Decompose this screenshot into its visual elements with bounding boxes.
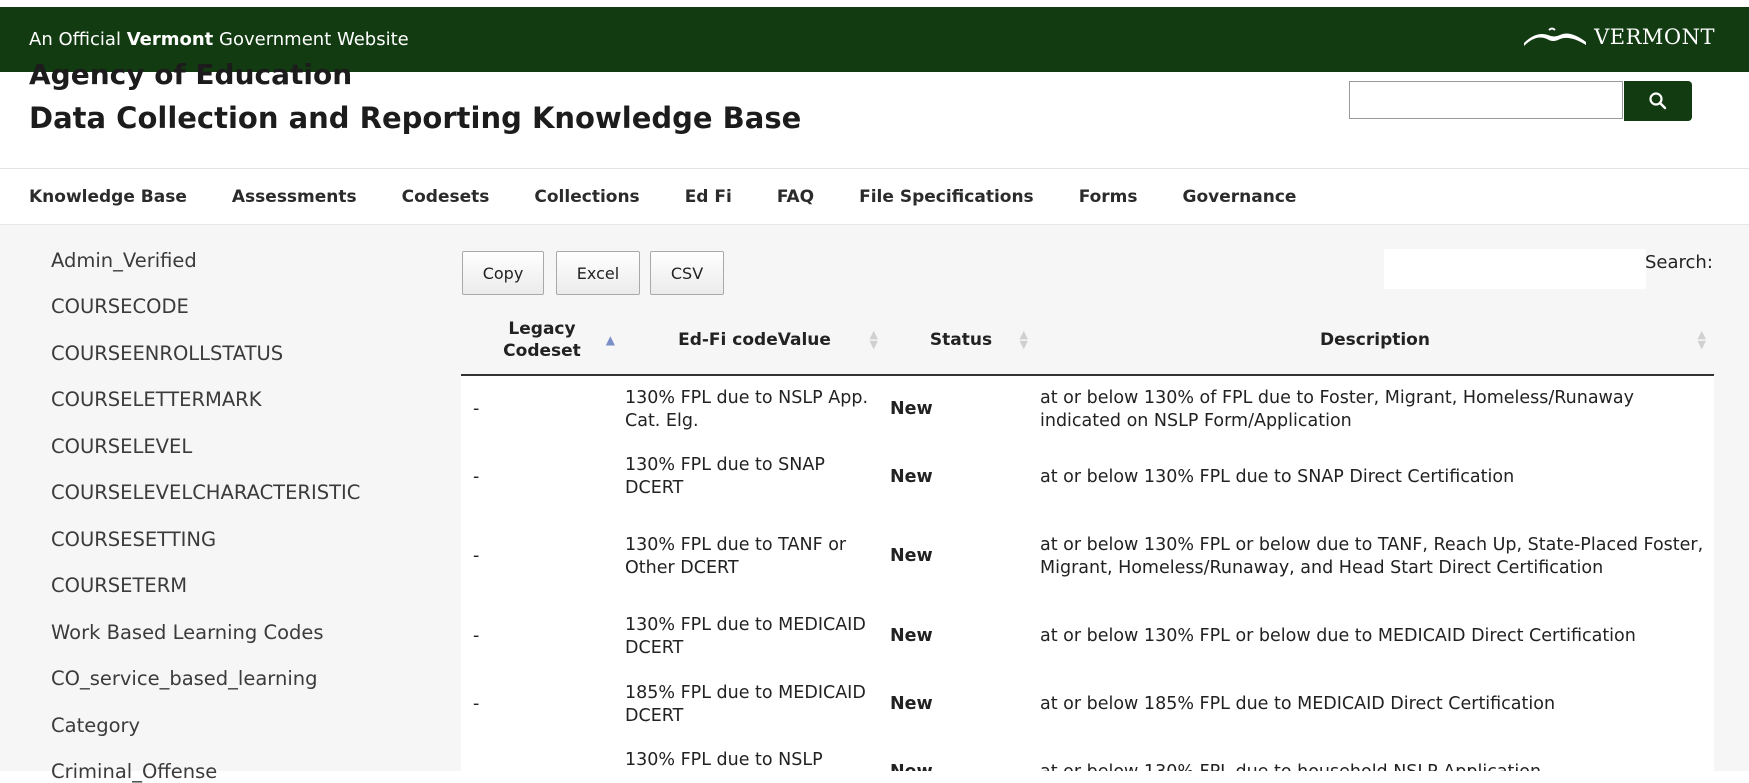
csv-button[interactable]: CSV bbox=[650, 251, 724, 295]
main-nav: Knowledge Base Assessments Codesets Coll… bbox=[29, 187, 1341, 207]
status-cell: New bbox=[890, 546, 933, 566]
codeset-table: Legacy Codeset ▲ Ed-Fi codeValue ▲ ▼ Stat… bbox=[461, 306, 1714, 771]
description-cell: at or below 130% FPL due to SNAP Direct … bbox=[1040, 466, 1515, 487]
sidebar-item-courseenrollstatus[interactable]: COURSEENROLLSTATUS bbox=[51, 342, 283, 365]
status-header-label: Status bbox=[929, 330, 993, 350]
nav-item-file-specifications[interactable]: File Specifications bbox=[859, 187, 1034, 207]
column-header-status[interactable]: Status ▲ ▼ bbox=[886, 306, 1036, 376]
legacy-cell: - bbox=[461, 738, 623, 772]
column-header-legacy-codeset[interactable]: Legacy Codeset ▲ bbox=[461, 306, 623, 376]
status-cell: New bbox=[890, 694, 933, 714]
sort-both-icon: ▲ ▼ bbox=[1697, 328, 1706, 351]
notice-state: Vermont bbox=[126, 29, 214, 50]
site-title: Data Collection and Reporting Knowledge … bbox=[29, 101, 802, 135]
codevalue-cell: 130% FPL due to NSLP App. Cat. Elg. bbox=[625, 387, 869, 431]
official-site-notice: An Official Vermont Government Website bbox=[29, 29, 409, 50]
sidebar-item-courselettermark[interactable]: COURSELETTERMARK bbox=[51, 388, 262, 411]
header-divider bbox=[0, 168, 1749, 169]
sidebar-item-work-based-learning-codes[interactable]: Work Based Learning Codes bbox=[51, 621, 324, 644]
legacy-header-line2: Codeset bbox=[503, 341, 581, 361]
legacy-cell: - bbox=[473, 399, 480, 419]
nav-item-assessments[interactable]: Assessments bbox=[232, 187, 357, 207]
status-cell: New bbox=[890, 399, 933, 419]
nav-item-knowledge-base[interactable]: Knowledge Base bbox=[29, 187, 187, 207]
table-row: - 130% FPL due to NSLP App. Cat. Elg. Ne… bbox=[461, 375, 1714, 443]
table-row: - 130% FPL due to SNAP DCERT New at or b… bbox=[461, 443, 1714, 511]
sidebar-item-courselevelcharacteristic[interactable]: COURSELEVELCHARACTERISTIC bbox=[51, 481, 360, 504]
legacy-cell: - bbox=[473, 694, 480, 714]
nav-item-ed-fi[interactable]: Ed Fi bbox=[685, 187, 732, 207]
sidebar-item-category[interactable]: Category bbox=[51, 714, 140, 737]
status-cell: New bbox=[890, 466, 933, 487]
sidebar-item-courselevel[interactable]: COURSELEVEL bbox=[51, 435, 192, 458]
nav-item-faq[interactable]: FAQ bbox=[777, 187, 814, 207]
search-icon bbox=[1649, 92, 1667, 110]
sidebar-item-coursesetting[interactable]: COURSESETTING bbox=[51, 528, 216, 551]
codeset-table-container: Legacy Codeset ▲ Ed-Fi codeValue ▲ ▼ Stat… bbox=[461, 306, 1714, 771]
column-header-codevalue[interactable]: Ed-Fi codeValue ▲ ▼ bbox=[623, 306, 886, 376]
status-cell: New bbox=[886, 738, 1036, 772]
codevalue-header-label: Ed-Fi codeValue bbox=[678, 330, 831, 350]
vermont-wordmark: VERMONT bbox=[1594, 25, 1715, 49]
agency-title: Agency of Education bbox=[29, 58, 353, 91]
nav-item-codesets[interactable]: Codesets bbox=[402, 187, 490, 207]
codevalue-cell: 130% FPL due to MEDICAID DCERT bbox=[625, 614, 866, 658]
sort-ascending-icon: ▲ bbox=[605, 333, 615, 347]
status-cell: New bbox=[890, 626, 933, 646]
nav-item-governance[interactable]: Governance bbox=[1183, 187, 1297, 207]
site-search-button[interactable] bbox=[1624, 81, 1692, 121]
description-cell: at or below 130% of FPL due to Foster, M… bbox=[1040, 387, 1634, 431]
codevalue-cell: 130% FPL due to TANF or Other DCERT bbox=[625, 534, 847, 578]
column-header-description[interactable]: Description ▲ ▼ bbox=[1036, 306, 1714, 376]
table-header-row: Legacy Codeset ▲ Ed-Fi codeValue ▲ ▼ Stat… bbox=[461, 306, 1714, 376]
legacy-header-line1: Legacy bbox=[508, 319, 576, 339]
table-row: - 130% FPL due to TANF or Other DCERT Ne… bbox=[461, 511, 1714, 602]
table-row: - 130% FPL due to NSLP Application New a… bbox=[461, 738, 1714, 771]
sidebar-item-courseterm[interactable]: COURSETERM bbox=[51, 574, 187, 597]
excel-button[interactable]: Excel bbox=[556, 251, 640, 295]
vermont-logo[interactable]: VERMONT bbox=[1522, 25, 1715, 49]
sidebar-item-coursecode[interactable]: COURSECODE bbox=[51, 295, 189, 318]
legacy-cell: - bbox=[473, 546, 480, 566]
sort-both-icon: ▲ ▼ bbox=[1019, 328, 1028, 351]
sort-both-icon: ▲ ▼ bbox=[869, 328, 878, 351]
description-cell: at or below 130% FPL or below due to MED… bbox=[1040, 626, 1636, 646]
sidebar-item-admin-verified[interactable]: Admin_Verified bbox=[51, 249, 197, 272]
description-cell: at or below 130% FPL or below due to TAN… bbox=[1040, 534, 1704, 578]
codevalue-cell: 130% FPL due to SNAP DCERT bbox=[625, 455, 825, 498]
site-search-input[interactable] bbox=[1349, 81, 1623, 119]
legacy-cell: - bbox=[473, 466, 480, 487]
legacy-cell: - bbox=[473, 626, 480, 646]
description-cell: at or below 185% FPL due to MEDICAID Dir… bbox=[1040, 694, 1556, 714]
table-row: - 130% FPL due to MEDICAID DCERT New at … bbox=[461, 602, 1714, 671]
table-row: - 185% FPL due to MEDICAID DCERT New at … bbox=[461, 671, 1714, 738]
codevalue-cell: 130% FPL due to NSLP Application bbox=[625, 750, 823, 770]
table-search-input[interactable] bbox=[1384, 249, 1646, 289]
sidebar-item-criminal-offense[interactable]: Criminal_Offense bbox=[51, 760, 217, 783]
nav-item-forms[interactable]: Forms bbox=[1079, 187, 1138, 207]
vermont-mountain-icon bbox=[1524, 27, 1587, 46]
description-cell: at or below 130% FPL due to household NS… bbox=[1036, 738, 1714, 772]
codevalue-cell: 185% FPL due to MEDICAID DCERT bbox=[625, 682, 866, 726]
nav-item-collections[interactable]: Collections bbox=[534, 187, 639, 207]
copy-button[interactable]: Copy bbox=[462, 251, 544, 295]
table-search-label: Search: bbox=[1645, 252, 1713, 273]
notice-prefix: An Official bbox=[29, 29, 121, 50]
sidebar-item-co-service-based-learning[interactable]: CO_service_based_learning bbox=[51, 667, 317, 690]
notice-suffix: Government Website bbox=[219, 29, 409, 50]
description-header-label: Description bbox=[1320, 330, 1430, 350]
